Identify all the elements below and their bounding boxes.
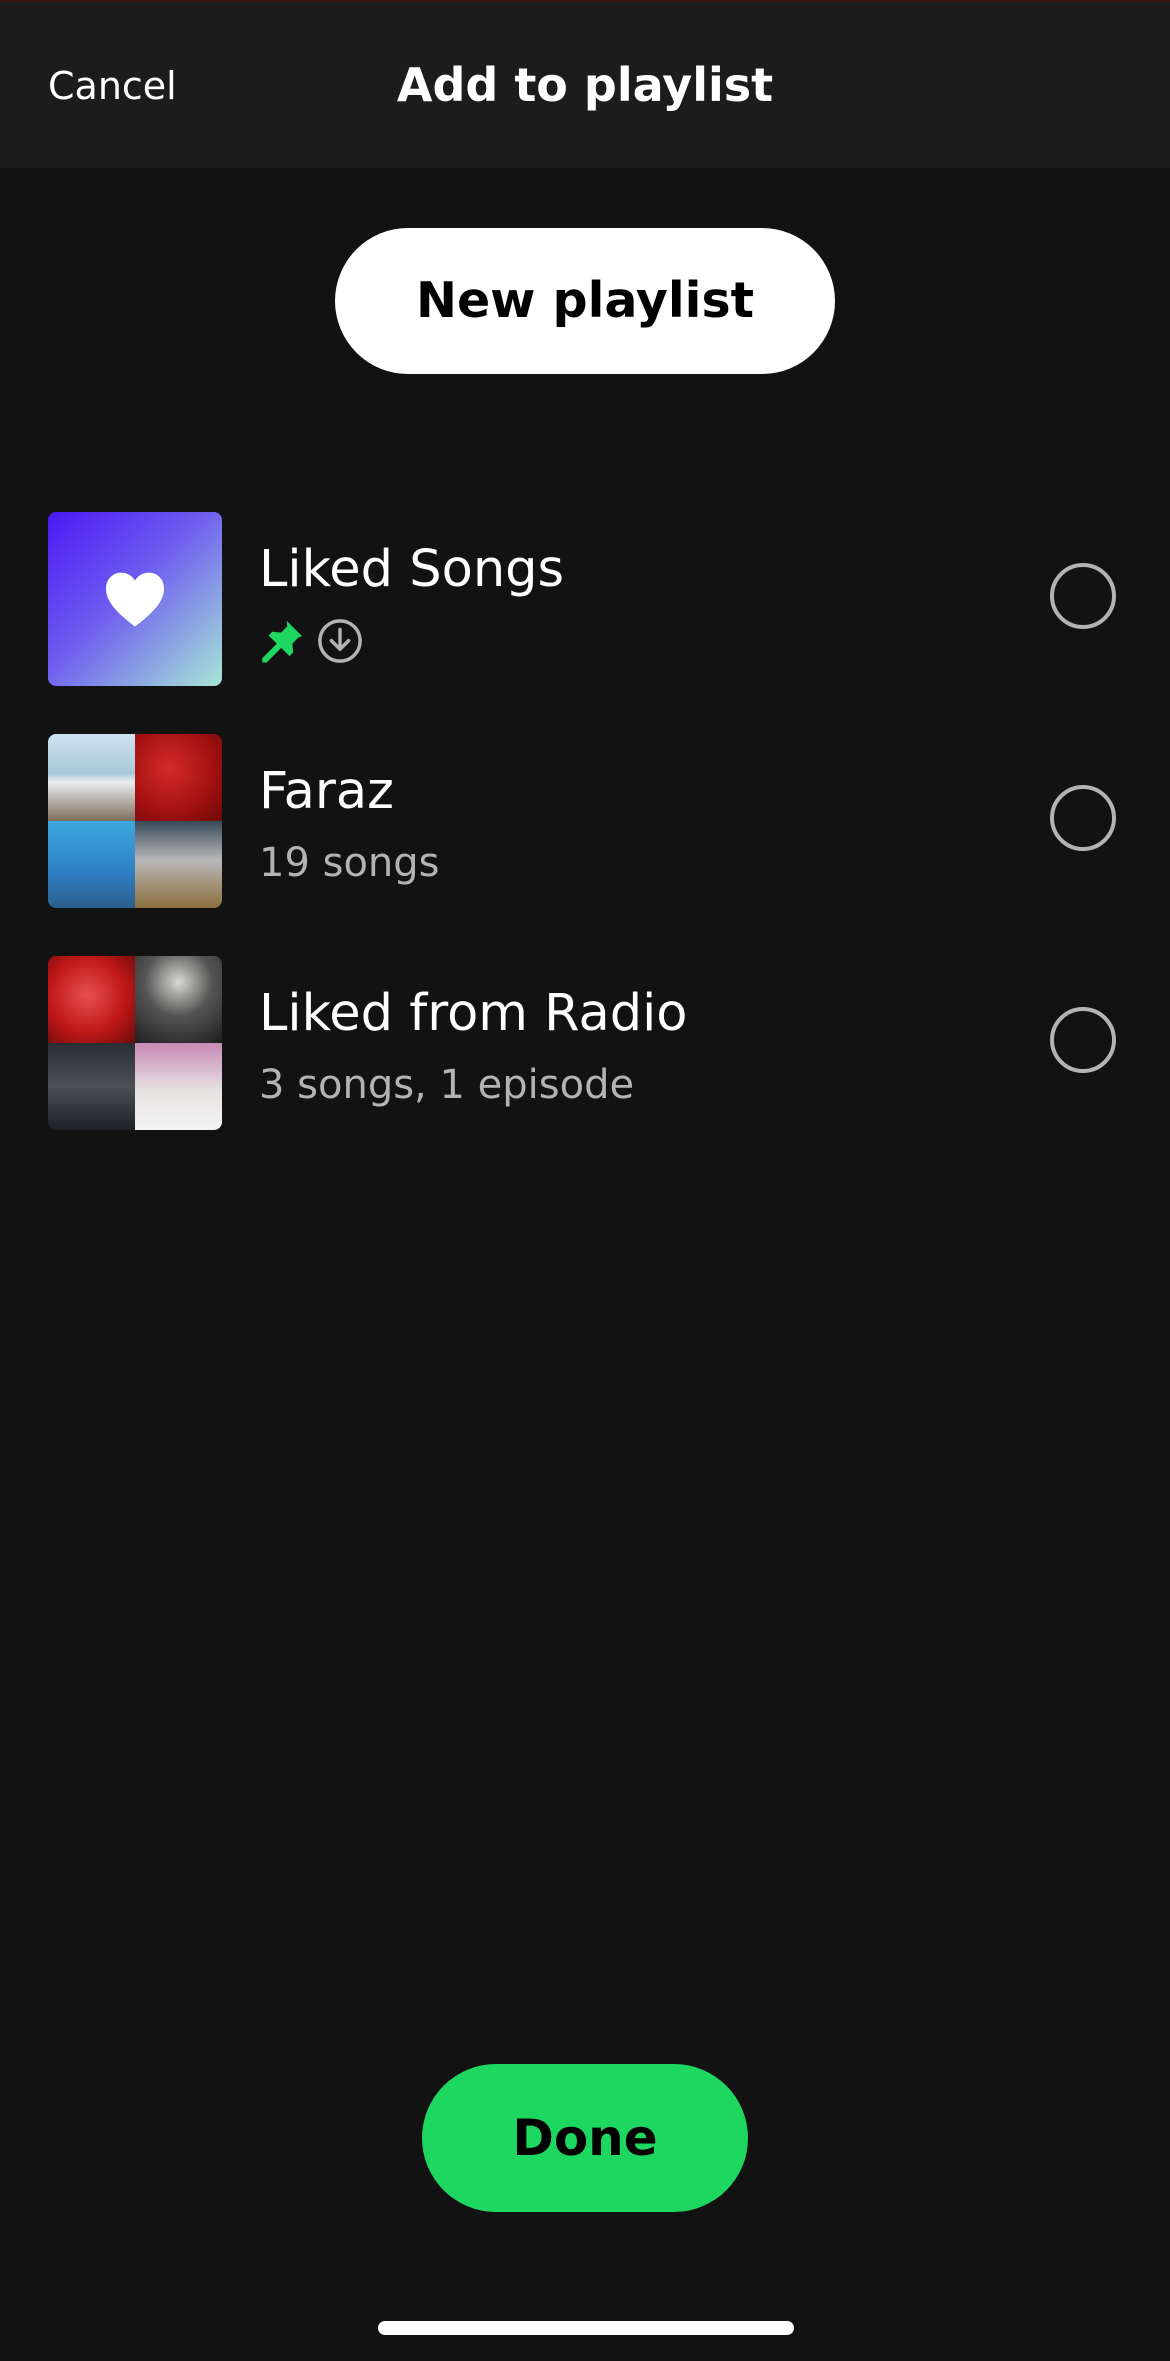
album-art xyxy=(48,821,135,908)
select-radio[interactable] xyxy=(1050,785,1116,851)
select-radio[interactable] xyxy=(1050,1007,1116,1073)
album-art xyxy=(48,956,135,1043)
list-item[interactable]: Faraz 19 songs xyxy=(0,732,1170,954)
playlist-name: Liked Songs xyxy=(259,540,565,599)
album-art xyxy=(135,956,222,1043)
liked-songs-cover xyxy=(48,512,222,686)
album-art xyxy=(135,734,222,821)
playlist-cover-mosaic xyxy=(48,956,222,1130)
done-button[interactable]: Done xyxy=(422,2064,748,2212)
album-art xyxy=(48,1043,135,1130)
heart-icon xyxy=(106,572,164,627)
album-art xyxy=(135,1043,222,1130)
playlist-name: Liked from Radio xyxy=(259,984,688,1043)
home-indicator[interactable] xyxy=(378,2321,794,2335)
playlist-badges xyxy=(259,618,363,664)
list-item[interactable]: Liked from Radio 3 songs, 1 episode xyxy=(0,954,1170,1176)
list-item[interactable]: Liked Songs xyxy=(0,510,1170,732)
download-icon xyxy=(318,619,362,663)
album-art xyxy=(135,821,222,908)
top-bar: Cancel Add to playlist xyxy=(0,0,1170,168)
playlist-cover-mosaic xyxy=(48,734,222,908)
page-title: Add to playlist xyxy=(396,58,774,112)
playlist-subtitle: 19 songs xyxy=(259,840,440,886)
pin-icon xyxy=(262,620,303,663)
album-art xyxy=(48,734,135,821)
new-playlist-button[interactable]: New playlist xyxy=(335,228,835,374)
playlist-name: Faraz xyxy=(259,762,394,821)
playlist-list: Liked Songs Faraz 19 songs Liked from Ra… xyxy=(0,510,1170,1176)
select-radio[interactable] xyxy=(1050,563,1116,629)
playlist-subtitle: 3 songs, 1 episode xyxy=(259,1062,635,1108)
